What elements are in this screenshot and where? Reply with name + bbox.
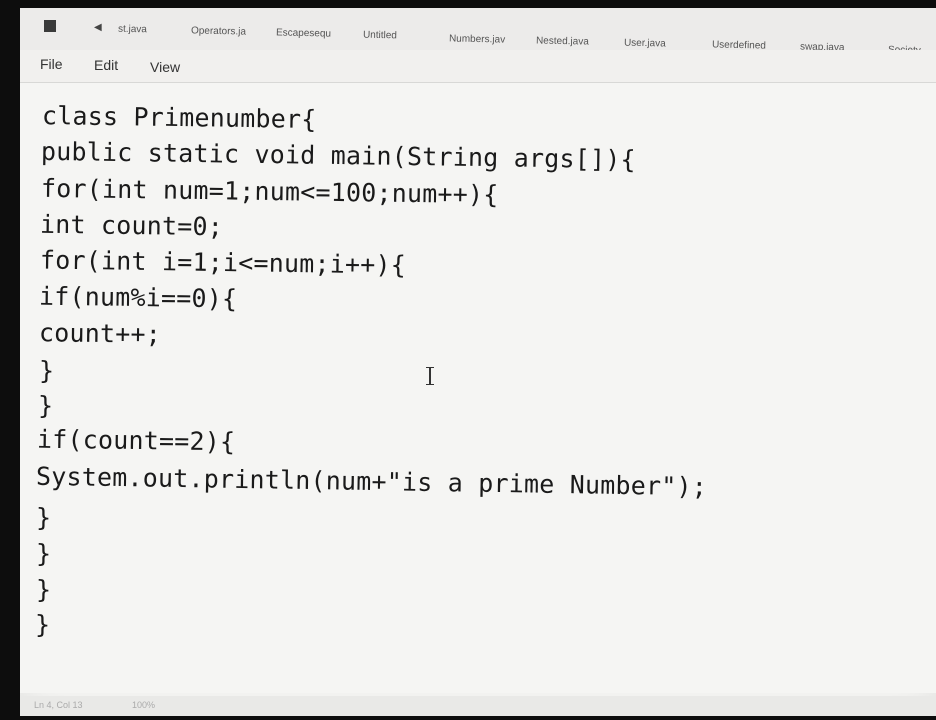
code-line: } [35, 610, 51, 639]
tab-numbers[interactable]: Numbers.jav [449, 33, 505, 45]
tab-bar: ◀ st.java Operators.ja Escapesequ Untitl… [20, 8, 936, 56]
code-line: } [39, 356, 55, 385]
tab-user[interactable]: User.java [624, 38, 666, 50]
code-line: int count=0; [39, 209, 224, 242]
zoom-level: 100% [132, 700, 156, 710]
menu-file[interactable]: File [40, 56, 63, 72]
code-line: } [36, 575, 52, 604]
menu-bar: File Edit View [20, 50, 936, 83]
menu-view[interactable]: View [150, 59, 180, 75]
tab-nested[interactable]: Nested.java [536, 35, 589, 47]
code-line: } [38, 391, 54, 420]
code-line: if(count==2){ [36, 424, 236, 457]
code-line: count++; [38, 318, 162, 349]
notepad-app-icon [44, 20, 56, 32]
code-line: if(num%i==0){ [38, 281, 238, 314]
code-line: for(int num=1;num<=100;num++){ [40, 173, 499, 210]
tab-escapesequ[interactable]: Escapesequ [276, 27, 331, 39]
code-line: public static void main(String args[]){ [40, 136, 636, 175]
tab-operators[interactable]: Operators.ja [191, 25, 246, 37]
code-line: System.out.println(num+"is a prime Numbe… [35, 461, 708, 502]
tab-untitled[interactable]: Untitled [363, 30, 397, 42]
menu-edit[interactable]: Edit [94, 57, 118, 73]
notepad-window: ◀ st.java Operators.ja Escapesequ Untitl… [20, 8, 936, 716]
code-line: class Primenumber{ [41, 101, 317, 134]
status-bar: Ln 4, Col 13 100% [20, 696, 936, 716]
tab-scroll-left-icon[interactable]: ◀ [94, 22, 102, 33]
cursor-position: Ln 4, Col 13 [34, 700, 83, 710]
code-editor[interactable]: class Primenumber{ public static void ma… [20, 83, 936, 693]
text-cursor-icon [426, 367, 434, 385]
code-line: for(int i=1;i<=num;i++){ [39, 245, 407, 280]
code-line: } [36, 503, 52, 532]
tab-st-java[interactable]: st.java [118, 24, 147, 36]
code-line: } [36, 539, 52, 568]
